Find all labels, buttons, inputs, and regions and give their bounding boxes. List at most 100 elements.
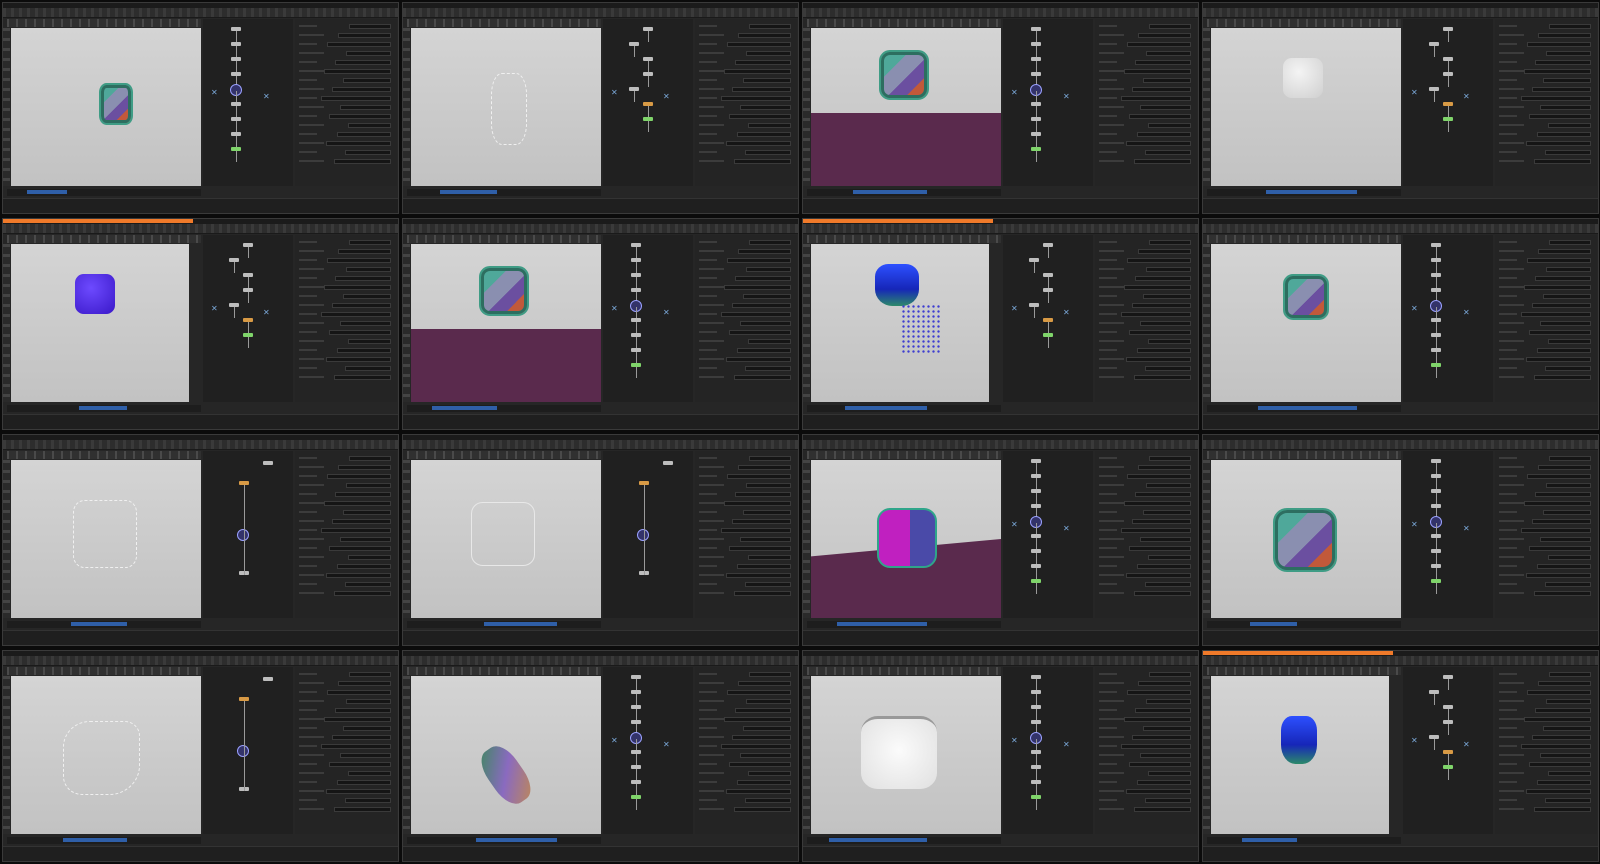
timeline-range[interactable]	[71, 622, 127, 626]
parameter-field[interactable]	[734, 807, 791, 812]
viewport-side-tools[interactable]	[3, 460, 10, 618]
timeline-range[interactable]	[1250, 622, 1297, 626]
parameter-field[interactable]	[1546, 51, 1591, 56]
viewport-side-tools[interactable]	[3, 676, 10, 834]
parameter-field[interactable]	[734, 591, 791, 596]
parameter-field[interactable]	[1129, 762, 1191, 767]
parameter-field[interactable]	[738, 681, 791, 686]
parameter-field[interactable]	[1549, 672, 1591, 677]
parameter-field[interactable]	[340, 321, 391, 326]
parameter-field[interactable]	[321, 312, 391, 317]
parameter-field[interactable]	[734, 375, 791, 380]
parameter-field[interactable]	[737, 132, 791, 137]
parameter-field[interactable]	[329, 546, 391, 551]
parameter-field[interactable]	[1526, 789, 1591, 794]
viewport-toolbar[interactable]	[807, 667, 1001, 675]
network-editor[interactable]: ✕ ✕	[1003, 667, 1093, 834]
scene-viewport[interactable]	[11, 460, 201, 618]
parameter-field[interactable]	[1145, 582, 1191, 587]
parameter-field[interactable]	[743, 510, 791, 515]
parameter-field[interactable]	[746, 267, 791, 272]
parameter-field[interactable]	[1540, 105, 1591, 110]
parameter-field[interactable]	[1546, 699, 1591, 704]
viewport-toolbar[interactable]	[1207, 19, 1401, 27]
parameter-field[interactable]	[1138, 249, 1191, 254]
parameter-field[interactable]	[1540, 753, 1591, 758]
parameter-pane[interactable]	[1495, 19, 1597, 186]
parameter-pane[interactable]	[1095, 451, 1197, 618]
parameter-field[interactable]	[338, 465, 391, 470]
parameter-field[interactable]	[343, 294, 391, 299]
parameter-field[interactable]	[1146, 267, 1191, 272]
parameter-field[interactable]	[1537, 348, 1591, 353]
parameter-field[interactable]	[1134, 807, 1191, 812]
playback-timeline[interactable]	[7, 189, 201, 196]
scene-viewport[interactable]	[811, 676, 1001, 834]
timeline-range[interactable]	[79, 406, 127, 410]
parameter-field[interactable]	[1538, 465, 1591, 470]
parameter-field[interactable]	[329, 762, 391, 767]
parameter-field[interactable]	[1135, 60, 1191, 65]
parameter-field[interactable]	[1145, 150, 1191, 155]
viewport-toolbar[interactable]	[1207, 667, 1401, 675]
parameter-field[interactable]	[734, 159, 791, 164]
parameter-field[interactable]	[1534, 159, 1591, 164]
parameter-field[interactable]	[1146, 699, 1191, 704]
shelf-toolbar[interactable]	[3, 8, 398, 18]
shelf-toolbar[interactable]	[803, 440, 1198, 450]
parameter-field[interactable]	[1529, 762, 1591, 767]
parameter-field[interactable]	[1540, 537, 1591, 542]
parameter-field[interactable]	[748, 123, 791, 128]
parameter-field[interactable]	[1134, 375, 1191, 380]
parameter-field[interactable]	[1146, 51, 1191, 56]
playback-timeline[interactable]	[1207, 621, 1401, 628]
timeline-range[interactable]	[845, 406, 927, 410]
parameter-field[interactable]	[1138, 681, 1191, 686]
viewport-side-tools[interactable]	[803, 244, 810, 402]
viewport-side-tools[interactable]	[803, 28, 810, 186]
timeline-range[interactable]	[1242, 838, 1297, 842]
shelf-toolbar[interactable]	[1203, 656, 1598, 666]
parameter-pane[interactable]	[1495, 667, 1597, 834]
parameter-field[interactable]	[1148, 123, 1191, 128]
dopnet-node[interactable]	[237, 745, 249, 757]
viewport-toolbar[interactable]	[807, 235, 1001, 243]
parameter-field[interactable]	[1121, 744, 1191, 749]
parameter-field[interactable]	[1527, 690, 1591, 695]
parameter-pane[interactable]	[1095, 667, 1197, 834]
parameter-field[interactable]	[1124, 69, 1191, 74]
parameter-field[interactable]	[1535, 276, 1591, 281]
parameter-field[interactable]	[749, 456, 791, 461]
network-editor[interactable]: ✕ ✕	[1403, 19, 1493, 186]
parameter-field[interactable]	[332, 735, 391, 740]
parameter-field[interactable]	[735, 60, 791, 65]
parameter-field[interactable]	[349, 240, 391, 245]
parameter-field[interactable]	[1549, 24, 1591, 29]
parameter-field[interactable]	[738, 33, 791, 38]
timeline-range[interactable]	[484, 622, 557, 626]
parameter-field[interactable]	[1132, 735, 1191, 740]
parameter-field[interactable]	[1137, 348, 1191, 353]
parameter-field[interactable]	[321, 528, 391, 533]
parameter-field[interactable]	[1138, 465, 1191, 470]
parameter-field[interactable]	[1121, 312, 1191, 317]
network-editor[interactable]: ✕ ✕	[1403, 451, 1493, 618]
parameter-field[interactable]	[746, 483, 791, 488]
parameter-field[interactable]	[1538, 249, 1591, 254]
parameter-field[interactable]	[321, 744, 391, 749]
parameter-field[interactable]	[326, 573, 391, 578]
parameter-field[interactable]	[346, 51, 391, 56]
scene-viewport[interactable]	[811, 244, 989, 402]
parameter-field[interactable]	[324, 69, 391, 74]
parameter-field[interactable]	[326, 141, 391, 146]
playback-timeline[interactable]	[807, 837, 1001, 844]
parameter-field[interactable]	[1527, 474, 1591, 479]
parameter-field[interactable]	[1535, 60, 1591, 65]
parameter-field[interactable]	[729, 114, 791, 119]
shelf-toolbar[interactable]	[3, 440, 398, 450]
network-editor[interactable]	[603, 451, 693, 618]
parameter-pane[interactable]	[295, 667, 397, 834]
parameter-field[interactable]	[338, 33, 391, 38]
network-editor[interactable]: ✕ ✕	[203, 19, 293, 186]
parameter-field[interactable]	[324, 501, 391, 506]
